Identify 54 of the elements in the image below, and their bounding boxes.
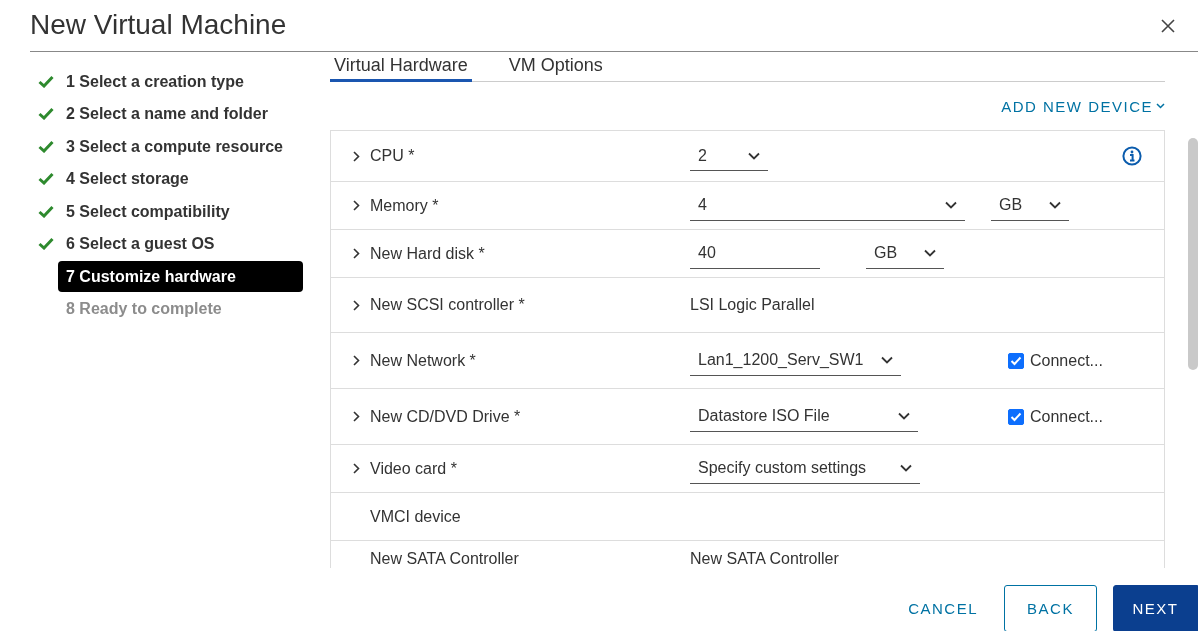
device-label: New Hard disk * [370, 244, 486, 263]
checkbox[interactable] [1008, 352, 1024, 369]
info-icon[interactable] [1122, 146, 1142, 166]
close-icon[interactable] [1161, 18, 1175, 33]
chevron-down-icon [748, 151, 760, 160]
dropdown[interactable]: 4 [690, 190, 965, 221]
wizard-step[interactable]: 3 Select a compute resource [58, 130, 303, 162]
chevron-down-icon [924, 249, 936, 257]
wizard-button[interactable]: BACK [1004, 585, 1097, 631]
caret-icon [1156, 103, 1165, 109]
chevron-down-icon [881, 356, 893, 364]
wizard-step[interactable]: 1 Select a creation type [58, 65, 303, 97]
dropdown[interactable]: GB [866, 238, 944, 269]
dropdown[interactable]: Lan1_1200_Serv_SW1 [690, 345, 901, 376]
tab[interactable]: Virtual Hardware [330, 52, 472, 82]
dropdown[interactable]: 2 [690, 141, 768, 171]
dropdown[interactable]: GB [991, 190, 1069, 221]
chevron-icon[interactable] [353, 299, 360, 311]
wizard-step[interactable]: 5 Select compatibility [58, 195, 303, 227]
add-device-button[interactable]: ADD NEW DEVICE [1001, 97, 1165, 115]
device-label: New Network * [370, 351, 477, 370]
device-label: Memory * [370, 196, 440, 215]
checkbox[interactable] [1008, 408, 1024, 425]
dropdown[interactable]: Specify custom settings [690, 453, 920, 484]
chevron-down-icon [898, 412, 910, 420]
chevron-icon[interactable] [353, 411, 360, 422]
dialog-title: New Virtual Machine [30, 8, 288, 42]
device-label: New CD/DVD Drive * [370, 407, 522, 426]
chevron-icon[interactable] [353, 248, 360, 259]
chevron-icon[interactable] [353, 200, 360, 211]
checkbox-label: Connect... [1030, 407, 1103, 426]
device-label: VMCI device [370, 507, 462, 526]
device-label: New SCSI controller * [370, 296, 526, 314]
device-label: New SATA Controller [370, 549, 520, 568]
device-value: New SATA Controller [690, 549, 839, 568]
wizard-step[interactable]: 4 Select storage [58, 163, 303, 195]
device-label: CPU * [370, 147, 416, 165]
checkbox-label: Connect... [1030, 351, 1103, 370]
chevron-down-icon [1049, 201, 1061, 209]
chevron-down-icon [900, 464, 912, 472]
chevron-icon[interactable] [353, 355, 360, 366]
chevron-down-icon [945, 201, 957, 209]
wizard-button[interactable]: NEXT [1113, 585, 1198, 631]
wizard-step[interactable]: 2 Select a name and folder [58, 98, 303, 130]
wizard-button[interactable]: CANCEL [890, 585, 996, 631]
wizard-step[interactable]: 7 Customize hardware [58, 260, 303, 292]
dropdown[interactable]: Datastore ISO File [690, 401, 918, 432]
chevron-icon[interactable] [353, 150, 360, 162]
wizard-step[interactable]: 6 Select a guest OS [58, 228, 303, 260]
device-value: LSI Logic Parallel [690, 296, 815, 314]
chevron-icon[interactable] [353, 463, 360, 474]
tab[interactable]: VM Options [504, 52, 607, 82]
scrollbar[interactable] [1188, 138, 1198, 370]
device-label: Video card * [370, 459, 458, 478]
